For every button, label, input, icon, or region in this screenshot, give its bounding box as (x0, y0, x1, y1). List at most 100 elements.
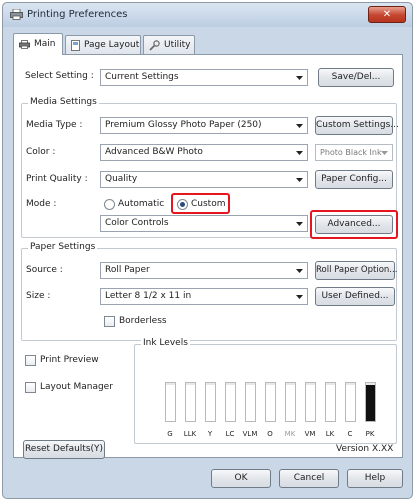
ink-bar-pk (365, 382, 376, 422)
tab-utility-label: Utility (164, 39, 191, 50)
ink-bar-y (205, 382, 216, 422)
reset-defaults-button[interactable]: Reset Defaults(Y) (23, 440, 105, 459)
printer-icon (19, 40, 30, 49)
color-dropdown[interactable]: Advanced B&W Photo (100, 144, 308, 161)
ink-fill-mk (286, 384, 295, 421)
chevron-down-icon (292, 289, 307, 304)
print-quality-dropdown[interactable]: Quality (100, 171, 308, 188)
tab-page-layout-label: Page Layout (84, 39, 140, 50)
close-button[interactable]: ✕ (368, 6, 406, 23)
ink-code-o: O (267, 430, 273, 438)
ink-code-lk: LK (325, 430, 335, 438)
select-setting-label: Select Setting : (25, 71, 94, 81)
ink-bar-c (345, 382, 356, 422)
ink-code-vm: VM (304, 430, 316, 438)
ink-bar-vm (305, 382, 316, 422)
help-button[interactable]: Help (347, 469, 403, 488)
mode-label: Mode : (26, 199, 57, 209)
source-label: Source : (26, 265, 63, 275)
ink-bar-mk (285, 382, 296, 422)
ink-bar-lk (325, 382, 336, 422)
select-setting-value: Current Settings (105, 72, 179, 82)
select-setting-dropdown[interactable]: Current Settings (100, 69, 308, 86)
ink-fill-pk (366, 384, 375, 421)
ink-bar-llk (185, 382, 196, 422)
ink-code-lc: LC (225, 430, 235, 438)
size-label: Size : (26, 291, 51, 301)
borderless-label[interactable]: Borderless (119, 316, 167, 326)
media-type-label: Media Type : (26, 120, 83, 130)
save-del-button[interactable]: Save/Del... (318, 68, 394, 87)
chevron-down-icon (292, 118, 307, 133)
borderless-checkbox[interactable] (104, 316, 115, 327)
layout-manager-label[interactable]: Layout Manager (40, 382, 113, 392)
mode-automatic-label[interactable]: Automatic (118, 199, 164, 209)
ink-fill-llk (186, 384, 195, 421)
media-type-value: Premium Glossy Photo Paper (250) (105, 120, 262, 130)
page-icon (71, 39, 80, 51)
print-quality-label: Print Quality : (26, 174, 88, 184)
ink-bar-g (165, 382, 176, 422)
chevron-down-icon (292, 70, 307, 85)
ink-code-y: Y (207, 430, 213, 438)
ok-button[interactable]: OK (211, 469, 271, 488)
window-title: Printing Preferences (27, 9, 128, 20)
ink-code-g: G (167, 430, 173, 438)
media-type-dropdown[interactable]: Premium Glossy Photo Paper (250) (100, 117, 308, 134)
tab-utility[interactable]: Utility (143, 35, 195, 54)
ink-fill-vm (306, 384, 315, 421)
paper-settings-title: Paper Settings (28, 242, 98, 252)
custom-highlight-box (171, 193, 230, 214)
ink-fill-lc (226, 384, 235, 421)
color-value: Advanced B&W Photo (105, 147, 203, 157)
ink-code-mk: MK (284, 430, 296, 438)
ink-fill-lk (326, 384, 335, 421)
ink-fill-c (346, 384, 355, 421)
ink-type-value: Photo Black Ink (320, 148, 382, 157)
cancel-button[interactable]: Cancel (279, 469, 339, 488)
size-dropdown[interactable]: Letter 8 1/2 x 11 in (100, 288, 308, 305)
roll-paper-option-button[interactable]: Roll Paper Option... (315, 261, 397, 280)
ink-fill-y (206, 384, 215, 421)
ink-fill-o (266, 384, 275, 421)
custom-mode-dropdown[interactable]: Color Controls (100, 215, 308, 232)
ink-bar-o (265, 382, 276, 422)
ink-code-pk: PK (365, 430, 375, 438)
paper-config-button[interactable]: Paper Config... (315, 170, 393, 189)
print-preview-checkbox[interactable] (25, 355, 36, 366)
printing-preferences-window: Printing Preferences ✕ Main Page Layout … (2, 2, 413, 499)
layout-manager-checkbox[interactable] (25, 382, 36, 393)
media-settings-title: Media Settings (28, 97, 99, 107)
chevron-down-icon (292, 216, 307, 231)
ink-type-dropdown: Photo Black Ink (315, 144, 393, 161)
tab-main[interactable]: Main (13, 33, 63, 55)
paper-settings-group: Paper Settings Source : Roll Paper Roll … (21, 242, 397, 341)
ink-levels-group: Ink Levels G LLK Y LC VLM O MK VM LK C PK (134, 338, 397, 444)
advanced-highlight-box (310, 210, 398, 239)
title-bar: Printing Preferences ✕ (3, 3, 412, 27)
tab-main-label: Main (34, 39, 56, 49)
custom-settings-button[interactable]: Custom Settings... (315, 116, 399, 135)
print-preview-label[interactable]: Print Preview (40, 355, 99, 365)
main-panel: Select Setting : Current Settings Save/D… (13, 54, 403, 458)
source-value: Roll Paper (105, 265, 150, 275)
ink-levels-title: Ink Levels (141, 338, 190, 348)
chevron-down-icon (292, 263, 307, 278)
chevron-down-icon (292, 145, 307, 160)
ink-fill-g (166, 384, 175, 421)
media-settings-group: Media Settings Media Type : Premium Glos… (21, 97, 399, 239)
version-label: Version X.XX (336, 444, 394, 454)
mode-automatic-radio[interactable] (104, 199, 115, 210)
tab-page-layout[interactable]: Page Layout (65, 35, 141, 54)
size-value: Letter 8 1/2 x 11 in (105, 291, 192, 301)
color-label: Color : (26, 147, 56, 157)
wrench-icon (149, 39, 160, 51)
ink-bar-vlm (245, 382, 256, 422)
chevron-down-icon (377, 145, 392, 160)
user-defined-button[interactable]: User Defined... (315, 287, 395, 306)
ink-fill-vlm (246, 384, 255, 421)
ink-code-llk: LLK (183, 430, 197, 438)
ink-bar-lc (225, 382, 236, 422)
ink-code-c: C (347, 430, 353, 438)
source-dropdown[interactable]: Roll Paper (100, 262, 308, 279)
